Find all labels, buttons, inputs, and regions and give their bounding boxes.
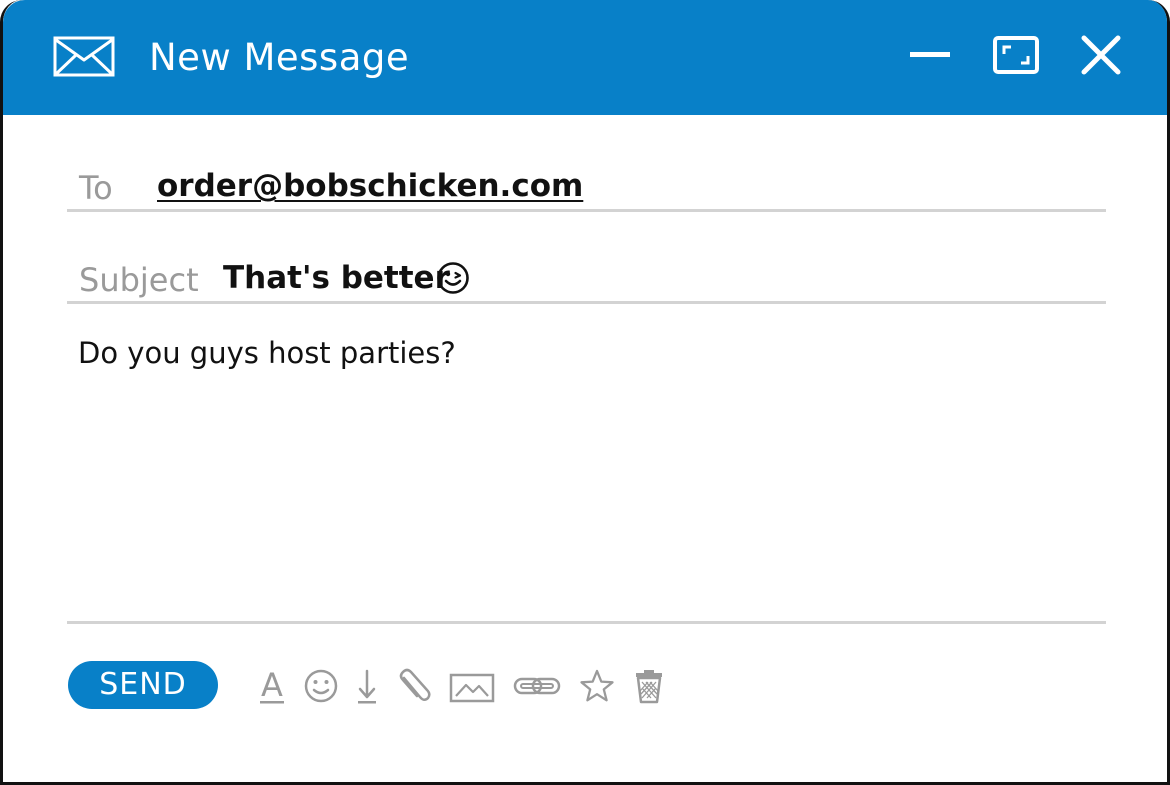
to-field[interactable]: order@bobschicken.com (157, 166, 583, 206)
title-bar: New Message (3, 0, 1167, 115)
window-title: New Message (149, 36, 410, 79)
emoji-icon[interactable] (303, 666, 339, 706)
subject-divider (67, 301, 1106, 304)
subject-label: Subject (79, 261, 199, 299)
close-icon[interactable] (1076, 30, 1126, 80)
send-button[interactable]: SEND (68, 661, 218, 709)
subject-field[interactable]: That's better (223, 258, 450, 298)
mail-icon (53, 36, 115, 77)
image-icon[interactable] (449, 666, 495, 706)
to-label: To (79, 169, 113, 207)
star-icon[interactable] (579, 666, 615, 706)
to-divider (67, 209, 1106, 212)
attach-icon[interactable] (395, 666, 431, 706)
wink-emoji-icon (437, 262, 469, 294)
trash-icon[interactable] (633, 666, 665, 706)
text-format-icon[interactable]: A (257, 666, 287, 706)
body-divider (67, 621, 1106, 624)
maximize-icon[interactable] (991, 30, 1041, 80)
text-format-glyph: A (261, 666, 283, 704)
link-icon[interactable] (513, 666, 561, 706)
message-body[interactable]: Do you guys host parties? (78, 333, 1078, 373)
download-icon[interactable] (355, 666, 379, 706)
minimize-icon[interactable] (905, 30, 955, 80)
compose-window: New Message To order@bobschicken.com Sub… (0, 0, 1170, 785)
